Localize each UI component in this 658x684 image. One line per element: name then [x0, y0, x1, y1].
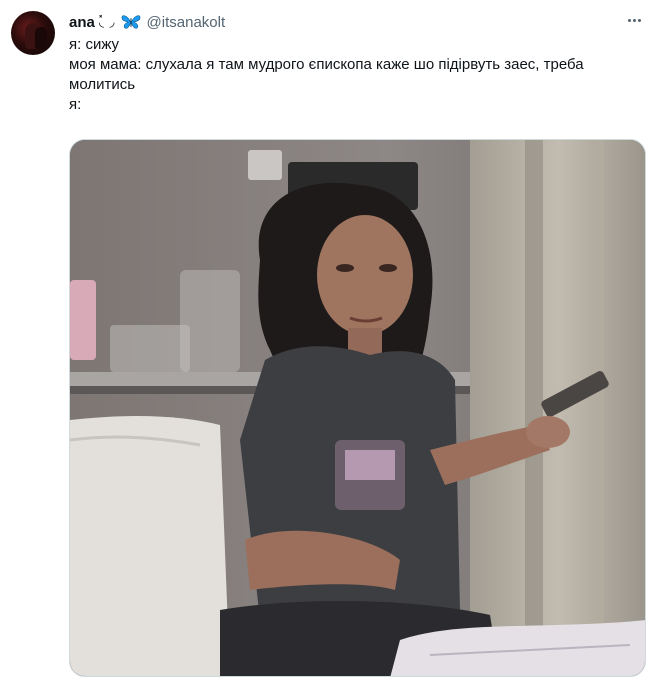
dot-icon — [632, 18, 636, 22]
name-decoration: ◟̽ ◞ — [98, 14, 116, 29]
tweet-text: я: сижу моя мама: слухала я там мудрого … — [69, 35, 644, 115]
handle[interactable]: @itsanakolt — [147, 14, 226, 31]
avatar-figure-secondary — [35, 27, 47, 49]
butterfly-icon — [121, 15, 140, 29]
avatar[interactable] — [11, 11, 55, 55]
tweet-text-line: моя мама: слухала я там мудрого єпископа… — [69, 56, 584, 93]
dot-icon — [627, 18, 631, 22]
tweet-text-line: я: — [69, 96, 82, 113]
tweet-text-line: я: сижу — [69, 36, 120, 53]
photo-illustration — [70, 140, 645, 676]
display-name[interactable]: ana — [69, 14, 95, 31]
tweet-header: ana ◟̽ ◞ @itsanakolt — [69, 12, 225, 32]
dot-icon — [637, 18, 641, 22]
more-options-button[interactable] — [624, 10, 644, 30]
tweet-photo[interactable] — [69, 139, 646, 677]
tweet[interactable]: ana ◟̽ ◞ @itsanakolt я: сижу моя мама: с… — [0, 0, 658, 684]
